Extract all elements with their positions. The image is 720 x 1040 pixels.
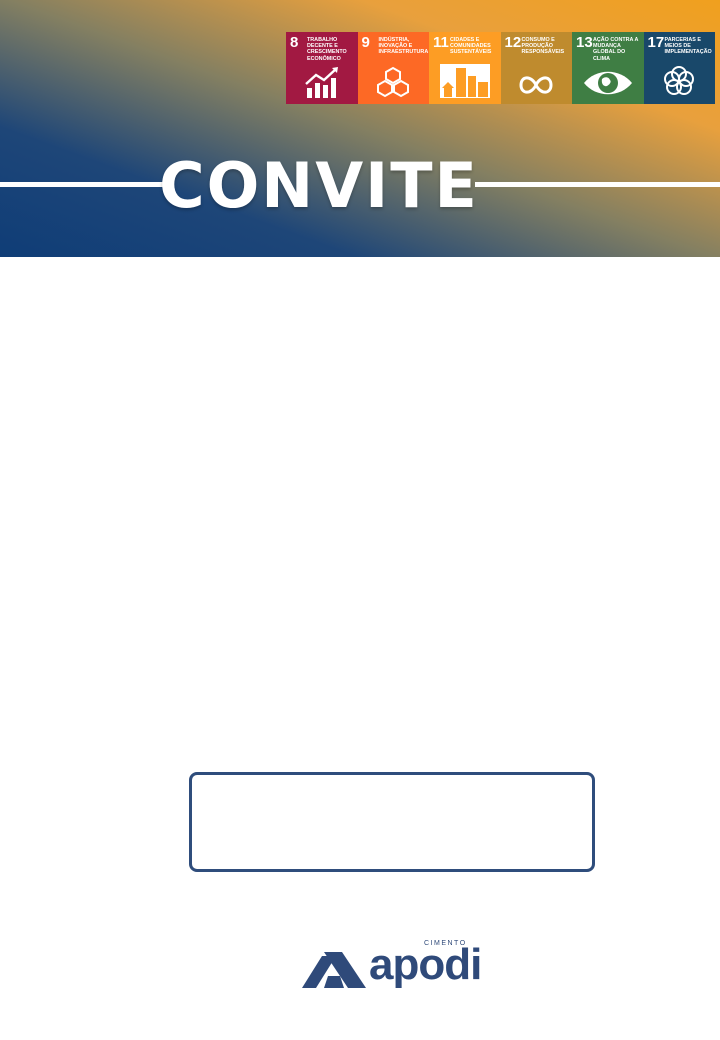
sdg-label: AÇÃO CONTRA A MUDANÇA GLOBAL DO CLIMA (593, 37, 639, 62)
info-box (189, 772, 595, 872)
sdg-label: CONSUMO E PRODUÇÃO RESPONSÁVEIS (521, 37, 565, 56)
title-divider-right (475, 182, 720, 187)
header-banner: 8 TRABALHO DECENTE E CRESCIMENTO ECONÔMI… (0, 0, 720, 257)
buildings-icon (439, 64, 490, 98)
sdg-8-card: 8 TRABALHO DECENTE E CRESCIMENTO ECONÔMI… (286, 32, 358, 104)
eye-globe-icon (583, 71, 632, 95)
sdg-label: PARCERIAS E MEIOS DE IMPLEMENTAÇÃO (664, 37, 712, 56)
apodi-logo: CIMENTO apodi (302, 940, 484, 990)
rings-icon (664, 66, 695, 95)
infinity-icon (519, 76, 553, 94)
sdg-number: 9 (361, 34, 370, 51)
sdg-number: 13 (576, 34, 593, 51)
apodi-logo-mark-icon (302, 952, 366, 988)
sdg-number: 11 (433, 34, 449, 51)
sdg-9-card: 9 INDÚSTRIA, INOVAÇÃO E INFRAESTRUTURA (357, 32, 429, 104)
sdg-11-card: 11 CIDADES E COMUNIDADES SUSTENTÁVEIS (429, 32, 501, 104)
growth-chart-icon (304, 67, 338, 98)
title-divider-left (0, 182, 165, 187)
sdg-icons-row: 8 TRABALHO DECENTE E CRESCIMENTO ECONÔMI… (286, 32, 715, 104)
sdg-13-card: 13 AÇÃO CONTRA A MUDANÇA GLOBAL DO CLIMA (572, 32, 644, 104)
sdg-label: INDÚSTRIA, INOVAÇÃO E INFRAESTRUTURA (378, 37, 429, 56)
sdg-12-card: 12 CONSUMO E PRODUÇÃO RESPONSÁVEIS (500, 32, 572, 104)
page-title: CONVITE (159, 149, 479, 222)
sdg-number: 17 (647, 34, 665, 51)
cubes-icon (377, 66, 410, 98)
sdg-label: CIDADES E COMUNIDADES SUSTENTÁVEIS (450, 37, 492, 56)
sdg-number: 12 (504, 34, 522, 51)
sdg-17-card: 17 PARCERIAS E MEIOS DE IMPLEMENTAÇÃO (643, 32, 715, 104)
sdg-label: TRABALHO DECENTE E CRESCIMENTO ECONÔMICO (307, 37, 347, 62)
logo-wordmark: apodi (369, 940, 482, 989)
sdg-number: 8 (290, 34, 299, 51)
